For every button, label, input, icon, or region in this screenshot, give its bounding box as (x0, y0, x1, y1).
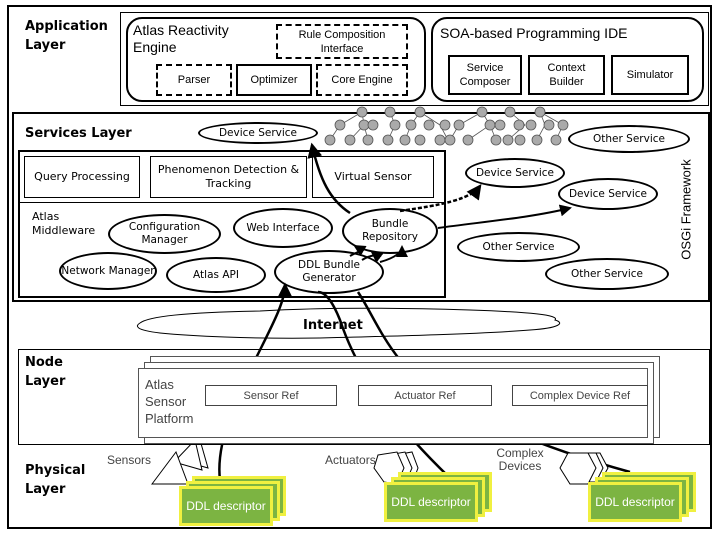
arrow-gen-to-bundle1 (349, 244, 367, 257)
arrow-gen-to-bundle2 (361, 250, 384, 263)
complex-device-ref-box: Complex Device Ref (512, 385, 648, 406)
sensor-ref-box: Sensor Ref (205, 385, 337, 406)
ddl-descriptor-actuators: DDL descriptor (384, 482, 478, 522)
actuators-label: Actuators (325, 453, 376, 467)
arrow-gen-to-bundle3 (379, 245, 408, 263)
ddl-descriptor-complex: DDL descriptor (588, 482, 682, 522)
service-tree (324, 106, 569, 146)
complex-devices-label: Complex Devices (496, 446, 544, 473)
actuator-ref-box: Actuator Ref (358, 385, 492, 406)
node-layer-label: Node Layer (25, 355, 66, 389)
arrow-bundle-to-osgi-device2 (437, 204, 572, 229)
ddl-descriptor-sensors: DDL descriptor (179, 486, 273, 526)
arrow-bundle-to-device-service (307, 142, 351, 215)
arrow-bundle-to-osgi-device1 (399, 183, 482, 213)
physical-layer-label: Physical Layer (25, 463, 86, 497)
sensors-label: Sensors (107, 453, 152, 467)
internet-label: Internet (303, 318, 363, 333)
